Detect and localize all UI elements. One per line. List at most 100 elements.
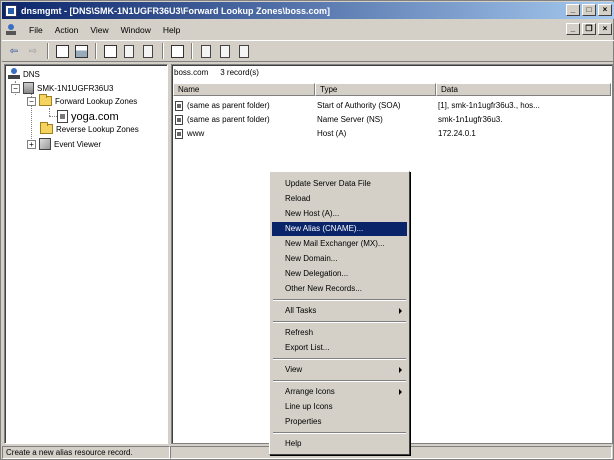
maximize-button[interactable]: □ [582,4,596,16]
details-header: boss.com 3 record(s) [174,68,259,77]
cell-type: Name Server (NS) [317,115,383,124]
table-row[interactable]: (same as parent folder) Start of Authori… [175,99,608,112]
menu-view[interactable]: View [84,25,114,35]
show-tree-icon[interactable] [73,43,89,59]
zone-icon [57,110,68,123]
menu-item-new-alias[interactable]: New Alias (CNAME)... [272,222,407,236]
cell-data: [1], smk-1n1ugfr36u3., hos... [438,101,540,110]
folder-icon [39,94,52,106]
cell-name: (same as parent folder) [187,115,270,124]
tree-label-dns: DNS [23,69,40,79]
export-list-icon[interactable] [140,43,156,59]
submenu-arrow-icon [399,389,402,395]
menu-item-other-new-records[interactable]: Other New Records... [272,282,407,296]
dns-icon [8,68,20,80]
menu-separator [273,432,406,434]
menu-item-reload[interactable]: Reload [272,192,407,206]
properties-icon[interactable] [102,43,118,59]
mmc-window: dnsmgmt - [DNS\SMK-1N1UGFR36U3\Forward L… [0,0,614,460]
column-headers: Name Type Data [173,83,611,96]
tree-item-server[interactable]: − SMK-1N1UGFR36U3 [11,82,113,94]
zone-name-label: boss.com [174,68,209,77]
app-icon[interactable] [5,4,17,17]
child-minimize-button[interactable]: _ [566,23,580,35]
record-icon [175,128,183,139]
table-row[interactable]: (same as parent folder) Name Server (NS)… [175,113,608,126]
toolbar: ⇦ ⇨ [2,40,614,62]
tree-item-reverse-zones[interactable]: Reverse Lookup Zones [40,122,139,134]
menu-separator [273,358,406,360]
menu-action[interactable]: Action [49,25,85,35]
tree-item-event-viewer[interactable]: + Event Viewer [27,138,101,150]
folder-icon [40,122,53,134]
menu-item-new-host[interactable]: New Host (A)... [272,207,407,221]
status-text: Create a new alias resource record. [2,446,170,459]
title-bar[interactable]: dnsmgmt - [DNS\SMK-1N1UGFR36U3\Forward L… [2,2,614,19]
context-menu: Update Server Data File Reload New Host … [269,171,410,455]
record-count-label: 3 record(s) [220,68,259,77]
submenu-arrow-icon [399,308,402,314]
tree-label-event-viewer: Event Viewer [54,139,101,149]
table-row[interactable]: www Host (A) 172.24.0.1 [175,127,608,140]
tree-label-zone: yoga.com [71,110,119,123]
up-level-icon[interactable] [54,43,70,59]
tree-label-server: SMK-1N1UGFR36U3 [37,83,114,93]
forward-arrow-icon[interactable]: ⇨ [25,43,41,59]
refresh-icon[interactable] [121,43,137,59]
toolbar-separator [47,43,49,59]
console-tree[interactable]: DNS − SMK-1N1UGFR36U3 − Forward Lookup Z… [4,64,168,444]
menu-item-arrange-icons[interactable]: Arrange Icons [272,385,407,399]
menu-item-help[interactable]: Help [272,437,407,451]
tree-label-reverse-zones: Reverse Lookup Zones [56,124,139,134]
menu-item-arrange-icons-label: Arrange Icons [285,387,335,396]
menu-item-properties[interactable]: Properties [272,415,407,429]
record-icon [175,100,183,111]
menu-item-refresh[interactable]: Refresh [272,326,407,340]
menu-window[interactable]: Window [115,25,157,35]
column-header-name[interactable]: Name [173,83,315,96]
close-button[interactable]: × [598,4,612,16]
tree-item-dns[interactable]: DNS [8,68,40,80]
cell-name: www [187,129,205,138]
menu-item-view-label: View [285,365,303,374]
child-restore-button[interactable]: ❐ [582,23,596,35]
child-close-button[interactable]: × [598,23,612,35]
tree-item-forward-zones[interactable]: − Forward Lookup Zones [27,94,137,106]
menu-item-all-tasks[interactable]: All Tasks [272,304,407,318]
child-window-controls: _ ❐ × [566,23,612,35]
window-controls: _ □ × [566,4,612,16]
new-mx-icon[interactable] [236,43,252,59]
new-alias-icon[interactable] [217,43,233,59]
menu-separator [273,380,406,382]
menu-file[interactable]: File [23,25,49,35]
new-host-icon[interactable] [198,43,214,59]
console-icon[interactable] [5,23,17,36]
collapse-icon[interactable]: − [27,96,36,106]
menu-item-new-domain[interactable]: New Domain... [272,252,407,266]
menu-item-line-up-icons[interactable]: Line up Icons [272,400,407,414]
column-header-type[interactable]: Type [315,83,436,96]
tree-item-zone[interactable]: yoga.com [57,110,119,123]
cell-data: 172.24.0.1 [438,129,476,138]
menu-separator [273,321,406,323]
column-header-data[interactable]: Data [436,83,611,96]
cell-type: Start of Authority (SOA) [317,101,401,110]
minimize-button[interactable]: _ [566,4,580,16]
tree-line [49,108,50,116]
cell-type: Host (A) [317,129,347,138]
back-arrow-icon[interactable]: ⇦ [6,43,22,59]
menu-item-new-mail-exchanger[interactable]: New Mail Exchanger (MX)... [272,237,407,251]
collapse-icon[interactable]: − [11,83,20,93]
menu-item-all-tasks-label: All Tasks [285,306,317,315]
cell-name: (same as parent folder) [187,101,270,110]
menu-item-export-list[interactable]: Export List... [272,341,407,355]
menu-help[interactable]: Help [157,25,186,35]
menu-item-new-delegation[interactable]: New Delegation... [272,267,407,281]
event-viewer-icon [39,138,51,150]
menu-item-view[interactable]: View [272,363,407,377]
tree-line [49,116,57,117]
expand-icon[interactable]: + [27,139,36,149]
help-icon[interactable] [169,43,185,59]
menu-item-update-server-data-file[interactable]: Update Server Data File [272,177,407,191]
menu-separator [273,299,406,301]
